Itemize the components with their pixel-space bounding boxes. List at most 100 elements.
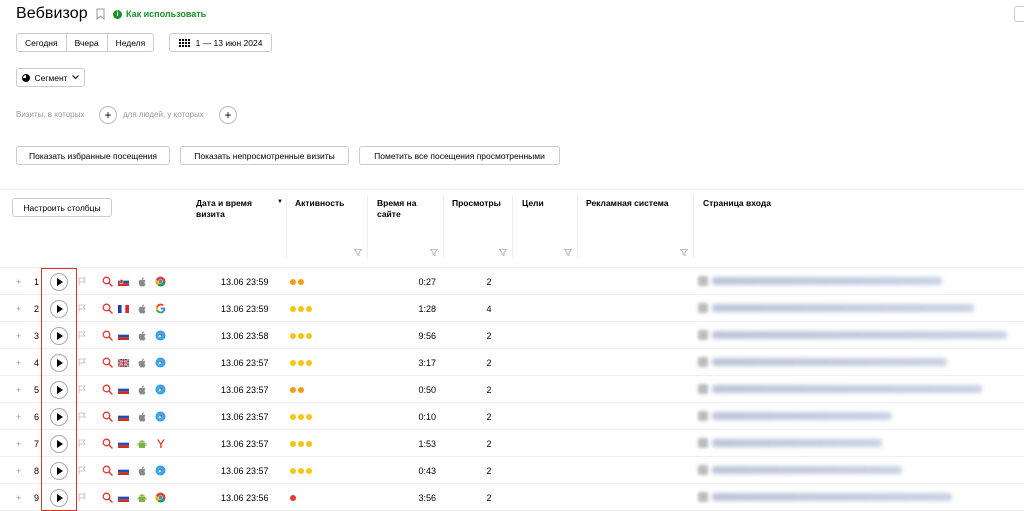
entry-page-link[interactable]	[712, 304, 974, 312]
filter-funnel-icon[interactable]	[499, 249, 507, 256]
highlight-box	[41, 268, 77, 511]
activity-dot	[298, 332, 304, 339]
flag-icon[interactable]	[78, 349, 86, 376]
table-row[interactable]: + 3 13.06 23:58 9:56 2	[0, 322, 1024, 349]
entry-page-link[interactable]	[712, 466, 902, 474]
safari-icon	[155, 322, 166, 349]
col-activity[interactable]: Активность	[295, 198, 344, 209]
col-datetime[interactable]: Дата и время визита	[196, 198, 276, 220]
flag-icon[interactable]	[78, 484, 86, 511]
chrome-icon	[155, 484, 166, 511]
expand-row-button[interactable]: +	[16, 484, 21, 511]
search-icon[interactable]	[102, 268, 113, 295]
activity-dot	[290, 494, 296, 501]
people-filter-label: для людей, у которых	[123, 110, 204, 119]
table-row[interactable]: + 6 13.06 23:57 0:10 2	[0, 403, 1024, 430]
safari-icon	[155, 376, 166, 403]
filter-funnel-icon[interactable]	[430, 249, 438, 256]
activity-dot	[298, 467, 304, 474]
favicon-icon	[698, 303, 708, 313]
col-views[interactable]: Просмотры	[452, 198, 501, 209]
entry-page-link[interactable]	[712, 277, 942, 285]
expand-row-button[interactable]: +	[16, 268, 21, 295]
table-row[interactable]: + 2 13.06 23:59 1:28 4	[0, 295, 1024, 322]
flag-icon[interactable]	[78, 322, 86, 349]
favicon-icon	[698, 411, 708, 421]
sort-desc-icon[interactable]: ▼	[277, 199, 283, 205]
search-icon[interactable]	[102, 349, 113, 376]
expand-row-button[interactable]: +	[16, 457, 21, 484]
column-separator	[286, 196, 287, 258]
expand-row-button[interactable]: +	[16, 403, 21, 430]
favicon-icon	[698, 357, 708, 367]
flag-icon[interactable]	[78, 403, 86, 430]
activity-dot	[298, 413, 304, 420]
expand-row-button[interactable]: +	[16, 322, 21, 349]
activity-indicator	[290, 295, 312, 322]
apple-icon	[137, 376, 146, 403]
expand-row-button[interactable]: +	[16, 376, 21, 403]
table-row[interactable]: + 5 13.06 23:57 0:50 2	[0, 376, 1024, 403]
filter-funnel-icon[interactable]	[564, 249, 572, 256]
android-icon	[137, 484, 147, 511]
entry-page-link[interactable]	[712, 331, 1007, 339]
mark-all-viewed-button[interactable]: Пометить все посещения просмотренными	[359, 146, 560, 165]
apple-icon	[137, 295, 146, 322]
visit-datetime: 13.06 23:57	[221, 357, 269, 368]
tab-week[interactable]: Неделя	[106, 33, 155, 52]
activity-indicator	[290, 376, 304, 403]
search-icon[interactable]	[102, 457, 113, 484]
table-row[interactable]: + 9 13.06 23:56 3:56 2	[0, 484, 1024, 511]
favicon-icon	[698, 492, 708, 502]
entry-page-link[interactable]	[712, 493, 952, 501]
add-people-filter-button[interactable]: +	[219, 106, 237, 124]
sk-flag-icon	[118, 268, 129, 295]
entry-page-link[interactable]	[712, 412, 892, 420]
flag-icon[interactable]	[78, 295, 86, 322]
table-row[interactable]: + 4 13.06 23:57 3:17 2	[0, 349, 1024, 376]
search-icon[interactable]	[102, 403, 113, 430]
add-visit-filter-button[interactable]: +	[99, 106, 117, 124]
expand-row-button[interactable]: +	[16, 295, 21, 322]
show-unviewed-button[interactable]: Показать непросмотренные визиты	[180, 146, 349, 165]
configure-columns-button[interactable]: Настроить столбцы	[12, 198, 112, 217]
segment-button[interactable]: Сегмент	[16, 68, 85, 87]
flag-icon[interactable]	[78, 457, 86, 484]
visit-datetime: 13.06 23:59	[221, 276, 269, 287]
expand-row-button[interactable]: +	[16, 349, 21, 376]
table-row[interactable]: + 7 13.06 23:57 1:53 2	[0, 430, 1024, 457]
activity-dot	[298, 305, 304, 312]
expand-row-button[interactable]: +	[16, 430, 21, 457]
search-icon[interactable]	[102, 295, 113, 322]
table-row[interactable]: + 8 13.06 23:57 0:43 2	[0, 457, 1024, 484]
flag-icon[interactable]	[78, 376, 86, 403]
table-row[interactable]: + 1 13.06 23:59 0:27 2	[0, 268, 1024, 295]
tab-yesterday[interactable]: Вчера	[65, 33, 108, 52]
how-to-use-link[interactable]: i Как использовать	[113, 9, 206, 19]
tab-today[interactable]: Сегодня	[16, 33, 67, 52]
search-icon[interactable]	[102, 484, 113, 511]
apple-icon	[137, 349, 146, 376]
activity-dot	[298, 386, 304, 393]
export-icon[interactable]	[1014, 6, 1024, 22]
search-icon[interactable]	[102, 430, 113, 457]
entry-page-link[interactable]	[712, 385, 982, 393]
filter-funnel-icon[interactable]	[354, 249, 362, 256]
col-ad-system[interactable]: Рекламная система	[586, 198, 669, 209]
entry-page-link[interactable]	[712, 358, 947, 366]
pie-chart-icon	[22, 73, 31, 82]
show-favorites-button[interactable]: Показать избранные посещения	[16, 146, 170, 165]
filter-funnel-icon[interactable]	[680, 249, 688, 256]
search-icon[interactable]	[102, 322, 113, 349]
entry-page-link[interactable]	[712, 439, 882, 447]
flag-icon[interactable]	[78, 430, 86, 457]
flag-icon[interactable]	[78, 268, 86, 295]
activity-dot	[290, 305, 296, 312]
bookmark-icon[interactable]	[96, 8, 105, 20]
period-tabs: Сегодня Вчера Неделя	[16, 33, 155, 52]
col-duration[interactable]: Время на сайте	[377, 198, 435, 220]
search-icon[interactable]	[102, 376, 113, 403]
col-entry-page[interactable]: Страница входа	[703, 198, 771, 209]
col-goals[interactable]: Цели	[522, 198, 544, 209]
date-range-button[interactable]: 1 — 13 июн 2024	[169, 33, 272, 52]
